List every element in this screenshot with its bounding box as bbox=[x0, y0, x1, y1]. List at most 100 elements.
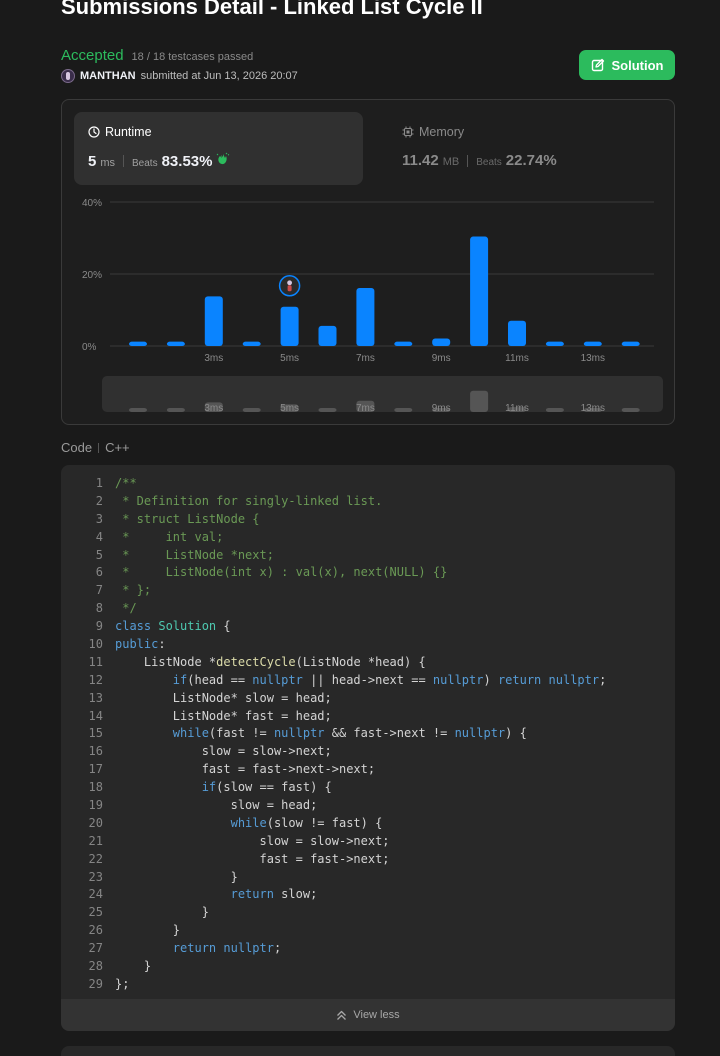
code-token: * Definition for singly-linked list. bbox=[115, 493, 383, 508]
code-token: nullptr bbox=[548, 672, 600, 687]
bar bbox=[356, 288, 375, 346]
code-token: && fast->next != bbox=[324, 726, 455, 741]
y-tick-label: 40% bbox=[82, 198, 102, 209]
overview-tick-label: 13ms bbox=[581, 403, 605, 414]
performance-card: Runtime 5 ms Beats 83.53% Memory 11.42 M… bbox=[61, 99, 675, 425]
bar bbox=[204, 296, 223, 346]
code-token: /** bbox=[115, 476, 137, 490]
code-token: public bbox=[115, 637, 159, 652]
bar bbox=[318, 325, 337, 346]
code-token: || head->next == bbox=[302, 672, 433, 687]
overview-tick-label: 3ms bbox=[204, 403, 223, 414]
code-token: (head == bbox=[187, 672, 253, 687]
submitter-row: MANTHAN submitted at Jun 13, 2026 20:07 bbox=[61, 69, 298, 83]
code-token: } bbox=[115, 959, 152, 974]
solution-label: Solution bbox=[611, 57, 664, 73]
code-line: 2 * Definition for singly-linked list. bbox=[61, 493, 606, 511]
code-token: detectCycle bbox=[216, 654, 296, 669]
line-number: 24 bbox=[88, 887, 103, 902]
code-line: 25 } bbox=[61, 904, 606, 922]
code-line: 26 } bbox=[61, 922, 606, 940]
code-token: ListNode* slow = head; bbox=[115, 690, 332, 705]
solution-button[interactable]: Solution bbox=[579, 50, 675, 80]
code-line: 9 class Solution { bbox=[61, 618, 606, 636]
code-line: 24 return slow; bbox=[61, 886, 606, 904]
code-token: while bbox=[172, 726, 209, 741]
bar bbox=[280, 306, 299, 346]
line-number: 26 bbox=[88, 923, 103, 938]
code-token: return bbox=[497, 672, 542, 687]
code-line: 5 * ListNode *next; bbox=[61, 547, 606, 565]
code-token: (ListNode *head) { bbox=[295, 654, 426, 669]
line-number: 19 bbox=[88, 798, 103, 813]
code-line: 6 * ListNode(int x) : val(x), next(NULL)… bbox=[61, 564, 606, 582]
code-token: slow = slow->next; bbox=[115, 833, 390, 848]
code-token: * struct ListNode { bbox=[115, 511, 260, 526]
code-line: 11 ListNode * detectCycle (ListNode *head)… bbox=[61, 654, 606, 672]
line-number: 6 bbox=[95, 565, 103, 580]
code-token: ) bbox=[483, 672, 498, 687]
code-token: fast = fast->next; bbox=[115, 851, 390, 866]
code-line: 8 */ bbox=[61, 600, 606, 618]
code-line: 23 } bbox=[61, 869, 606, 887]
line-number: 23 bbox=[88, 869, 103, 884]
code-token: Solution bbox=[158, 619, 217, 634]
line-number: 28 bbox=[88, 959, 103, 974]
line-number: 11 bbox=[88, 654, 103, 669]
code-line: 17 fast = fast->next->next; bbox=[61, 761, 606, 779]
code-line: 14 ListNode* fast = head; bbox=[61, 708, 606, 726]
line-number: 8 bbox=[95, 601, 103, 616]
line-number: 14 bbox=[88, 708, 103, 723]
line-number: 17 bbox=[88, 762, 103, 777]
line-number: 9 bbox=[95, 619, 103, 634]
marker-avatar-head bbox=[287, 280, 292, 286]
code-token: { bbox=[216, 619, 231, 634]
code-token: ListNode * bbox=[115, 654, 217, 669]
code-token: * }; bbox=[115, 583, 152, 598]
code-token: slow; bbox=[273, 887, 318, 902]
line-number: 21 bbox=[88, 833, 103, 848]
code-line: 1 /** bbox=[61, 475, 606, 493]
line-number: 2 bbox=[95, 493, 103, 508]
code-line: 16 slow = slow->next; bbox=[61, 743, 606, 761]
code-token: * ListNode *next; bbox=[115, 547, 274, 562]
line-number: 22 bbox=[88, 851, 103, 866]
y-tick-label: 20% bbox=[82, 270, 102, 281]
submission-status-row: Accepted 18 / 18 testcases passed bbox=[61, 47, 253, 64]
code-line: 19 slow = head; bbox=[61, 797, 606, 815]
x-tick-label: 11ms bbox=[505, 353, 529, 364]
code-line: 4 * int val; bbox=[61, 529, 606, 547]
x-tick-label: 3ms bbox=[204, 353, 223, 364]
code-line: 3 * struct ListNode { bbox=[61, 511, 606, 529]
code-token: fast = fast->next->next; bbox=[115, 762, 376, 777]
code-token: class bbox=[115, 619, 159, 634]
code-line: 22 fast = fast->next; bbox=[61, 851, 606, 869]
code-token: nullptr bbox=[454, 726, 506, 741]
view-less-button[interactable]: View less bbox=[61, 999, 675, 1031]
line-number: 27 bbox=[88, 941, 103, 956]
line-number: 4 bbox=[95, 529, 103, 544]
overview-bar bbox=[129, 408, 147, 412]
code-language: C++ bbox=[105, 440, 130, 455]
line-number: 16 bbox=[88, 744, 103, 759]
code-line: 12 if (head == nullptr || head->next == n… bbox=[61, 672, 607, 690]
code-label: Code bbox=[61, 440, 93, 455]
code-token: } bbox=[115, 923, 181, 938]
line-number: 18 bbox=[88, 780, 103, 795]
avatar[interactable] bbox=[61, 69, 75, 83]
overview-tick-label: 9ms bbox=[432, 403, 451, 414]
overview-bar bbox=[318, 408, 337, 412]
chart-overview-strip bbox=[102, 376, 663, 412]
code-line: 7 * }; bbox=[61, 582, 606, 600]
code-token: ListNode* fast = head; bbox=[115, 708, 332, 723]
bar bbox=[621, 341, 640, 346]
code-token: * int val; bbox=[115, 529, 224, 544]
code-token: nullptr bbox=[273, 726, 325, 741]
submitter-name[interactable]: MANTHAN bbox=[80, 70, 136, 82]
line-number: 7 bbox=[95, 583, 103, 598]
line-number: 13 bbox=[88, 690, 103, 705]
